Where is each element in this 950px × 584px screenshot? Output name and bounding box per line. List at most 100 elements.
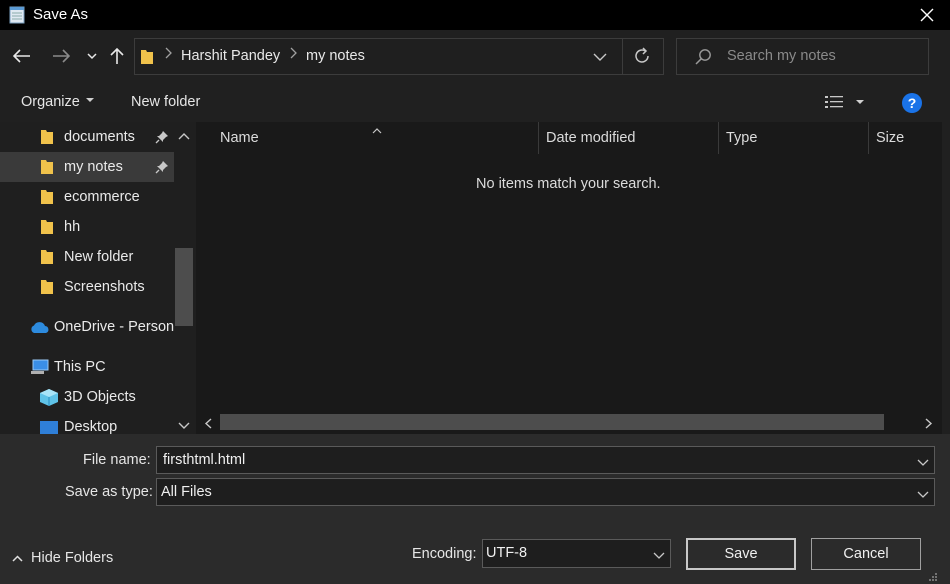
- organize-menu-button[interactable]: Organize: [21, 94, 94, 110]
- refresh-icon: [635, 47, 649, 63]
- save-button[interactable]: Save: [686, 538, 796, 570]
- help-button[interactable]: ?: [902, 93, 922, 113]
- hide-folders-button[interactable]: Hide Folders: [12, 550, 113, 566]
- onedrive-icon: [29, 321, 50, 338]
- forward-arrow-icon: [53, 49, 70, 63]
- sidebar-item-label: documents: [64, 129, 135, 145]
- sidebar-item-new-folder[interactable]: New folder: [0, 242, 174, 272]
- pc-icon: [30, 359, 50, 380]
- divider: [622, 39, 623, 74]
- breadcrumb-separator-icon: [290, 47, 297, 62]
- search-box[interactable]: Search my notes: [676, 38, 929, 75]
- save-as-type-select[interactable]: All Files: [156, 478, 935, 506]
- folder-icon: [40, 189, 54, 205]
- close-icon: [920, 8, 934, 22]
- new-folder-button[interactable]: New folder: [131, 94, 200, 110]
- back-arrow-icon: [13, 49, 30, 63]
- column-header-size[interactable]: Size: [876, 130, 904, 146]
- sidebar-item-ecommerce[interactable]: ecommerce: [0, 182, 174, 212]
- sidebar-item-label: my notes: [64, 159, 123, 175]
- column-divider[interactable]: [538, 122, 539, 154]
- back-button[interactable]: [10, 44, 34, 68]
- breadcrumb-item[interactable]: my notes: [306, 48, 365, 64]
- file-name-label: File name:: [83, 452, 151, 468]
- folder-icon: [40, 159, 54, 175]
- chevron-down-icon: [593, 53, 607, 61]
- chevron-up-icon: [12, 550, 23, 566]
- cancel-button[interactable]: Cancel: [811, 538, 921, 570]
- sidebar-item-my-notes[interactable]: my notes: [0, 152, 174, 182]
- sidebar-item-label: hh: [64, 219, 81, 235]
- sidebar-item-label: Desktop: [64, 419, 118, 434]
- details-view-icon: [825, 96, 843, 108]
- forward-button[interactable]: [49, 44, 73, 68]
- title-bar: Save As: [0, 0, 950, 30]
- sidebar-item-hh[interactable]: hh: [0, 212, 174, 242]
- up-button[interactable]: [105, 44, 129, 68]
- file-list-pane[interactable]: Name Date modified Type Size No items ma…: [196, 122, 942, 434]
- sidebar-item-desktop[interactable]: Desktop: [0, 412, 174, 434]
- chevron-down-icon: [653, 548, 665, 564]
- view-options-button[interactable]: [824, 94, 844, 114]
- sidebar-item-label: 3D Objects: [64, 389, 136, 405]
- chevron-down-icon: [85, 98, 94, 103]
- scroll-left-icon[interactable]: [204, 417, 212, 433]
- sort-ascending-icon: [372, 122, 382, 138]
- scroll-right-icon[interactable]: [925, 417, 933, 433]
- desktop-icon: [39, 420, 59, 434]
- sidebar-item-label: ecommerce: [64, 189, 140, 205]
- hide-folders-label: Hide Folders: [31, 550, 114, 566]
- chevron-down-icon: [87, 52, 97, 59]
- horizontal-scrollbar[interactable]: [198, 412, 940, 432]
- file-name-field[interactable]: firsthtml.html: [156, 446, 935, 474]
- column-headers: Name Date modified Type Size: [196, 122, 942, 154]
- sidebar-item-label: OneDrive - Person: [54, 319, 175, 335]
- file-name-input[interactable]: firsthtml.html: [163, 452, 245, 468]
- resize-grip-icon[interactable]: [928, 570, 938, 584]
- column-divider[interactable]: [718, 122, 719, 154]
- folder-icon: [40, 249, 54, 265]
- folder-icon: [40, 279, 54, 295]
- chevron-down-icon: [917, 487, 929, 503]
- refresh-button[interactable]: [633, 47, 653, 67]
- column-header-name[interactable]: Name: [220, 130, 259, 146]
- navigation-bar: Harshit Pandey my notes Search my notes: [0, 30, 950, 82]
- sidebar-item-documents[interactable]: documents: [0, 122, 174, 152]
- scroll-up-icon[interactable]: [178, 128, 190, 140]
- close-button[interactable]: [904, 0, 950, 30]
- notepad-icon: [9, 5, 26, 24]
- column-divider[interactable]: [868, 122, 869, 154]
- search-input[interactable]: Search my notes: [727, 48, 836, 64]
- breadcrumb-item[interactable]: Harshit Pandey: [181, 48, 280, 64]
- sidebar-item-screenshots[interactable]: Screenshots: [0, 272, 174, 302]
- sidebar-scrollbar[interactable]: [174, 122, 194, 434]
- sidebar-item-onedrive[interactable]: OneDrive - Person: [0, 312, 174, 342]
- breadcrumb-separator-icon: [165, 47, 172, 62]
- sidebar-item-this-pc[interactable]: This PC: [0, 352, 174, 382]
- chevron-down-icon[interactable]: [917, 455, 929, 471]
- folder-icon: [140, 48, 154, 69]
- window-title: Save As: [33, 6, 89, 23]
- sidebar-item-label: This PC: [54, 359, 106, 375]
- address-dropdown-button[interactable]: [593, 48, 611, 66]
- column-header-type[interactable]: Type: [726, 130, 757, 146]
- sidebar-item-label: New folder: [64, 249, 134, 265]
- folder-icon: [40, 129, 54, 145]
- save-as-type-value: All Files: [161, 484, 212, 500]
- encoding-select[interactable]: UTF-8: [482, 539, 671, 568]
- recent-locations-button[interactable]: [80, 44, 104, 68]
- address-bar[interactable]: Harshit Pandey my notes: [134, 38, 664, 75]
- organize-label: Organize: [21, 94, 80, 110]
- scrollbar-thumb[interactable]: [175, 248, 193, 326]
- sidebar-item-label: Screenshots: [64, 279, 145, 295]
- sidebar-item-3d-objects[interactable]: 3D Objects: [0, 382, 174, 412]
- encoding-value: UTF-8: [486, 545, 528, 561]
- encoding-label: Encoding:: [412, 546, 477, 562]
- chevron-down-icon[interactable]: [856, 100, 864, 104]
- scroll-down-icon[interactable]: [178, 418, 190, 429]
- scrollbar-thumb[interactable]: [220, 414, 884, 430]
- save-as-type-label: Save as type:: [65, 484, 153, 500]
- column-header-date-modified[interactable]: Date modified: [546, 130, 635, 146]
- command-toolbar: Organize New folder ?: [0, 82, 950, 122]
- 3d-objects-icon: [39, 388, 59, 411]
